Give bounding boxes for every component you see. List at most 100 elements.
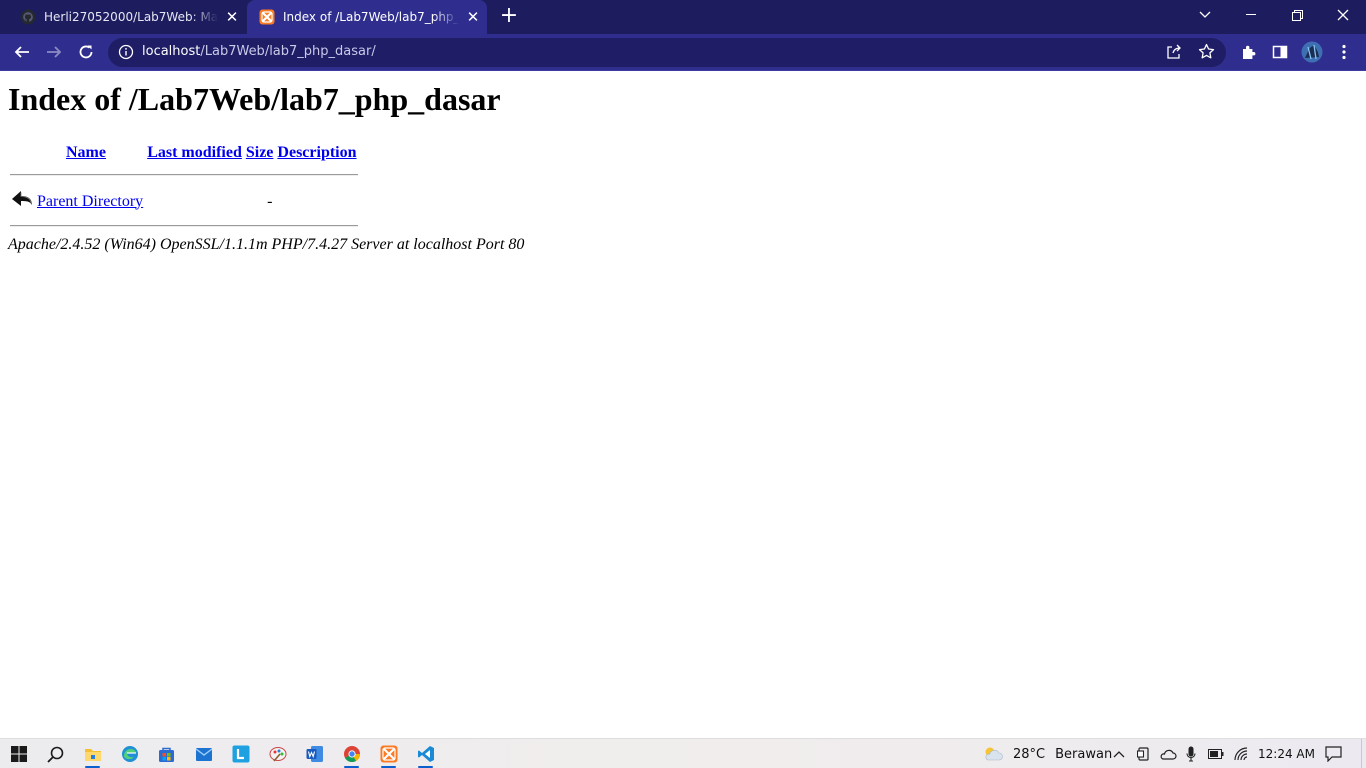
tab-search-button[interactable]: [1182, 0, 1228, 30]
parent-directory-link[interactable]: Parent Directory: [37, 193, 143, 210]
weather-condition: Berawan: [1055, 746, 1113, 762]
url-text[interactable]: localhost/Lab7Web/lab7_php_dasar/: [142, 44, 376, 59]
divider: [10, 225, 358, 227]
browser-tab-strip: Herli27052000/Lab7Web: Mata Kuliah Pemro…: [0, 0, 1366, 34]
arrow-right-icon: [47, 46, 62, 58]
tab-title: Index of /Lab7Web/lab7_php_dasar: [283, 10, 459, 24]
close-window-button[interactable]: [1320, 0, 1366, 30]
weather-widget[interactable]: 28°C Berawan: [982, 739, 1112, 768]
close-tab-icon[interactable]: ✕: [218, 8, 246, 26]
bookmark-star-icon[interactable]: [1198, 43, 1215, 64]
column-header-size: Size: [245, 141, 275, 164]
battery-icon: [1208, 749, 1224, 759]
weather-temperature: 28°C: [1013, 746, 1046, 762]
edge-icon: [121, 746, 138, 762]
page-content: Index of /Lab7Web/lab7_php_dasar Name La…: [0, 71, 1366, 738]
taskbar-xampp[interactable]: [370, 739, 407, 768]
extensions-button[interactable]: [1234, 38, 1262, 66]
share-icon[interactable]: [1166, 44, 1182, 64]
row-name-cell: Parent Directory: [36, 188, 144, 215]
tray-microphone[interactable]: [1186, 739, 1196, 768]
side-panel-button[interactable]: [1266, 38, 1294, 66]
new-tab-button[interactable]: +: [498, 4, 520, 30]
taskbar-edge[interactable]: [111, 739, 148, 768]
column-header-last-modified: Last modified: [146, 141, 243, 164]
tray-wifi[interactable]: [1234, 739, 1250, 768]
word-icon: [306, 746, 323, 762]
tray-onedrive[interactable]: [1159, 739, 1177, 768]
separator-row: [10, 217, 358, 233]
separator-row: [10, 166, 358, 186]
minimize-icon: [1246, 14, 1256, 15]
taskbar-file-explorer[interactable]: [74, 739, 111, 768]
file-explorer-icon: [84, 749, 101, 761]
info-icon[interactable]: [118, 44, 134, 64]
page-title: Index of /Lab7Web/lab7_php_dasar: [8, 81, 501, 117]
close-tab-icon[interactable]: ✕: [459, 8, 487, 26]
taskbar-chrome[interactable]: [333, 739, 370, 768]
tray-battery[interactable]: [1208, 739, 1224, 768]
sort-by-size-link[interactable]: Size: [246, 144, 274, 161]
notification-icon: [1325, 746, 1342, 762]
tab-index-of[interactable]: Index of /Lab7Web/lab7_php_dasar ✕: [247, 0, 487, 34]
taskbar-paint[interactable]: [259, 739, 296, 768]
row-last-modified-cell: [146, 188, 243, 215]
tab-title: Herli27052000/Lab7Web: Mata Kuliah Pemro…: [44, 10, 218, 24]
url-path: /Lab7Web/lab7_php_dasar/: [200, 44, 376, 59]
minimize-button[interactable]: [1228, 0, 1274, 30]
browser-menu-button[interactable]: [1330, 38, 1358, 66]
taskbar-search-button[interactable]: [37, 739, 74, 768]
profile-avatar[interactable]: [1298, 38, 1326, 66]
search-icon: [47, 746, 64, 763]
paint-icon: [269, 747, 286, 762]
reload-icon: [79, 45, 93, 59]
sort-by-last-modified-link[interactable]: Last modified: [147, 144, 242, 161]
tray-clock[interactable]: 12:24 AM: [1258, 739, 1315, 768]
sort-by-name-link[interactable]: Name: [66, 144, 106, 161]
xampp-icon: [259, 9, 275, 25]
puzzle-icon: [1242, 45, 1255, 59]
forward-button[interactable]: [40, 38, 68, 66]
directory-listing-table: Name Last modified Size Description Pare…: [8, 139, 360, 235]
wifi-icon: [1234, 747, 1248, 761]
windows-start-icon: [10, 746, 27, 762]
taskbar-vscode[interactable]: [407, 739, 444, 768]
cloud-icon: [1160, 749, 1177, 760]
taskbar-l-app[interactable]: [222, 739, 259, 768]
vscode-icon: [417, 746, 434, 762]
restore-button[interactable]: [1274, 0, 1320, 30]
blank-icon: [11, 142, 27, 158]
reload-button[interactable]: [72, 38, 100, 66]
sort-by-description-link[interactable]: Description: [277, 144, 356, 161]
windows-start-button[interactable]: [0, 739, 37, 768]
tab-github[interactable]: Herli27052000/Lab7Web: Mata Kuliah Pemro…: [8, 0, 246, 34]
mail-icon: [195, 747, 212, 761]
windows-taskbar: 28°C Berawan 12:24 AM: [0, 738, 1366, 768]
close-icon: [1337, 9, 1349, 21]
row-icon-cell: [10, 188, 34, 215]
row-size-cell: -: [267, 192, 273, 210]
notification-center-button[interactable]: [1325, 739, 1342, 768]
taskbar-word[interactable]: [296, 739, 333, 768]
meet-now-icon: [1137, 747, 1149, 761]
show-hidden-icons-button[interactable]: [1113, 739, 1125, 768]
address-bar[interactable]: localhost/Lab7Web/lab7_php_dasar/: [108, 38, 1226, 67]
taskbar-store[interactable]: [148, 739, 185, 768]
more-vertical-icon: [1342, 44, 1346, 60]
github-icon: [20, 9, 36, 25]
chevron-up-icon: [1113, 751, 1125, 758]
show-desktop-button[interactable]: [1361, 739, 1366, 768]
chevron-down-icon: [1199, 11, 1211, 18]
table-row: Parent Directory -: [10, 188, 358, 215]
store-icon: [159, 747, 174, 762]
column-header-name: Name: [36, 141, 144, 164]
back-button[interactable]: [8, 38, 36, 66]
row-description-cell: [276, 188, 357, 215]
taskbar-mail[interactable]: [185, 739, 222, 768]
browser-toolbar: localhost/Lab7Web/lab7_php_dasar/: [0, 34, 1366, 71]
tray-meet-now[interactable]: [1137, 739, 1151, 768]
arrow-left-icon: [14, 46, 29, 58]
table-header-row: Name Last modified Size Description: [10, 141, 358, 164]
restore-icon: [1291, 9, 1303, 21]
microphone-icon: [1186, 746, 1196, 762]
